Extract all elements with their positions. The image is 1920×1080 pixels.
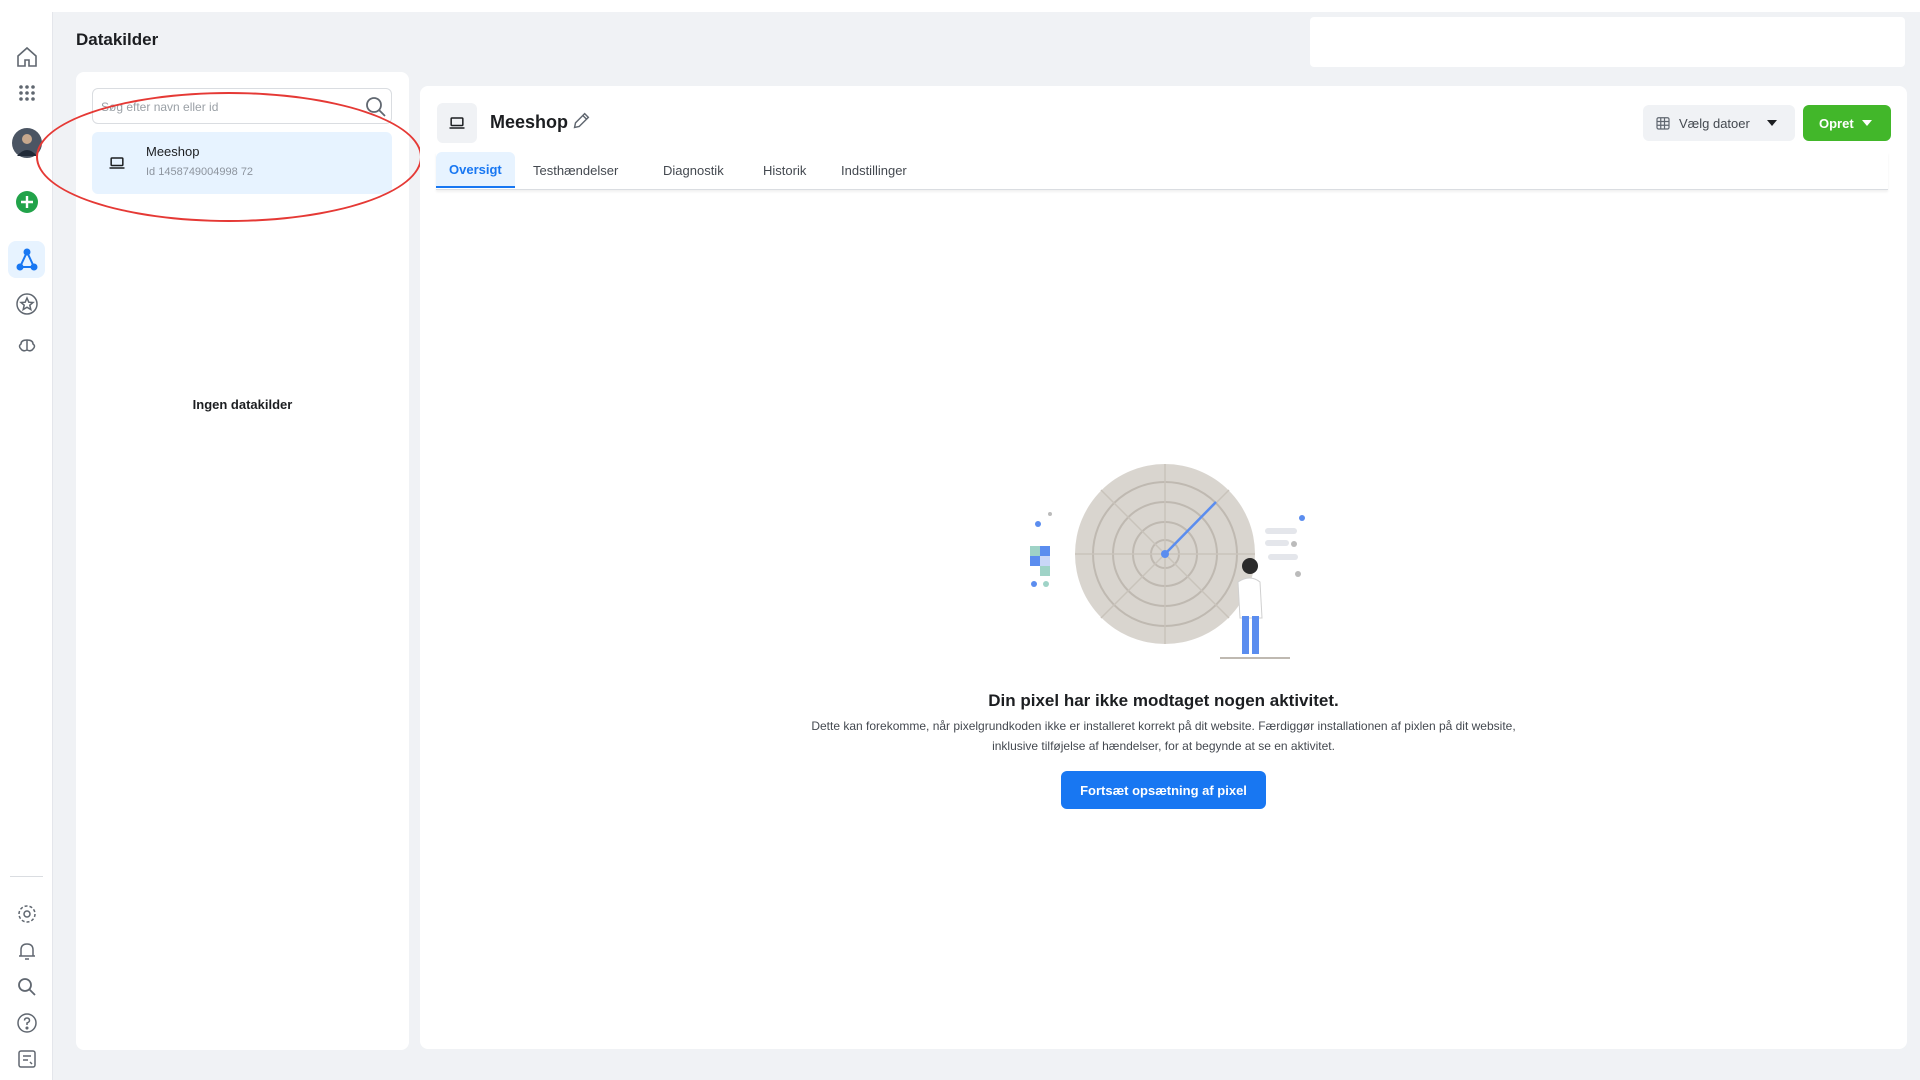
pencil-icon[interactable] <box>570 110 592 132</box>
tab-settings[interactable]: Indstillinger <box>828 152 920 188</box>
page-title: Datakilder <box>76 30 159 49</box>
date-picker-label: Vælg datoer <box>1679 115 1750 131</box>
top-bar-area <box>1310 17 1905 67</box>
bell-icon[interactable] <box>8 932 45 969</box>
left-nav-rail <box>0 12 53 1080</box>
help-icon[interactable] <box>8 1004 45 1041</box>
laptop-icon <box>437 103 477 143</box>
laptop-icon <box>104 151 130 175</box>
source-name: Meeshop <box>146 144 200 159</box>
search-icon[interactable] <box>363 94 389 120</box>
empty-state-title: Din pixel har ikke modtaget nogen aktivi… <box>988 691 1339 710</box>
gear-icon[interactable] <box>8 895 45 932</box>
date-picker-button[interactable]: Vælg datoer <box>1643 105 1795 141</box>
search-icon[interactable] <box>8 968 45 1005</box>
tab-bar: Oversigt Testhændelser Diagnostik Histor… <box>436 152 1888 190</box>
report-icon[interactable] <box>8 1040 45 1077</box>
source-id: Id 1458749004998 72 <box>146 166 254 178</box>
chevron-down-icon <box>1861 120 1872 126</box>
list-item[interactable]: Meeshop Id 1458749004998 72 <box>92 132 392 194</box>
star-badge-icon[interactable] <box>8 285 45 322</box>
home-icon[interactable] <box>8 38 45 75</box>
apps-grid-icon[interactable] <box>8 74 45 111</box>
continue-setup-button[interactable]: Fortsæt opsætning af pixel <box>1061 771 1266 809</box>
create-button[interactable]: Opret <box>1803 105 1891 141</box>
radar-illustration <box>1030 464 1305 659</box>
empty-state-description: Dette kan forekomme, når pixelgrundkoden… <box>811 719 1516 753</box>
data-sources-icon[interactable] <box>8 241 45 278</box>
main-panel: Meeshop Vælg datoer Opret Oversigt Testh… <box>420 86 1907 1049</box>
search-input[interactable] <box>101 95 351 119</box>
data-source-list-panel: Meeshop Id 1458749004998 72 Ingen dataki… <box>76 72 409 1050</box>
tab-diagnostics[interactable]: Diagnostik <box>650 152 737 188</box>
pixel-title: Meeshop <box>490 112 569 132</box>
empty-list-text: Ingen datakilder <box>192 397 293 412</box>
calendar-icon <box>1656 117 1670 130</box>
brain-icon[interactable] <box>8 328 45 365</box>
avatar[interactable] <box>8 124 45 161</box>
tab-test-events[interactable]: Testhændelser <box>520 152 631 188</box>
add-circle-icon[interactable] <box>8 183 45 220</box>
create-label: Opret <box>1819 115 1854 131</box>
tab-overview[interactable]: Oversigt <box>436 152 515 188</box>
chevron-down-icon <box>1766 120 1777 126</box>
app-window: Datakilder Meeshop Id 1458749004998 72 I… <box>0 0 1920 1080</box>
tab-history[interactable]: Historik <box>750 152 819 188</box>
search-field <box>92 88 392 124</box>
